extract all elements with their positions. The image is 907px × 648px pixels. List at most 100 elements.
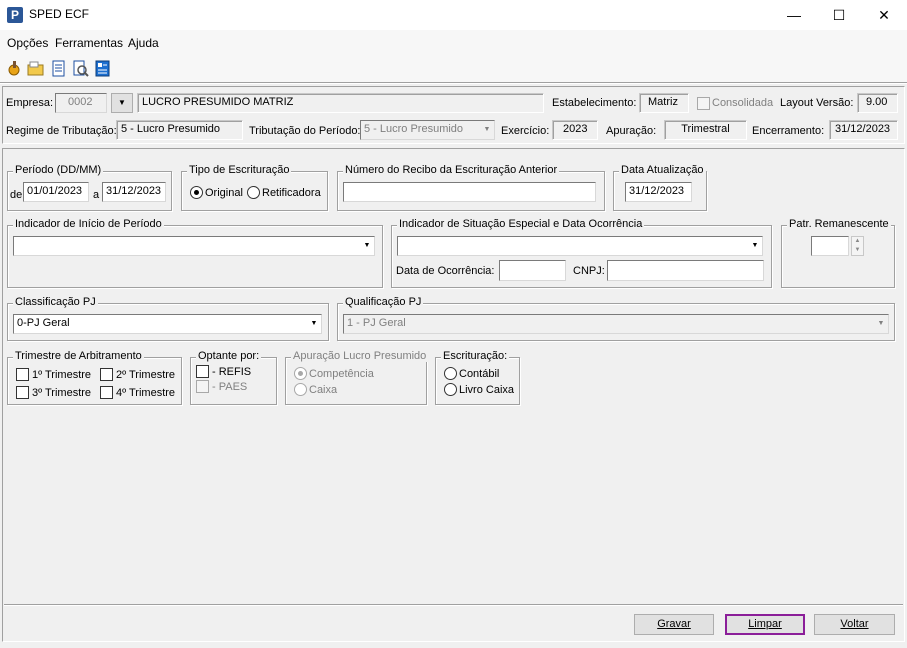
refis-label: - REFIS xyxy=(212,366,252,378)
title-bar: P SPED ECF — ☐ ✕ xyxy=(0,0,907,30)
data-atualizacao-field[interactable]: 31/12/2023 xyxy=(625,182,692,202)
estabelecimento-label: Estabelecimento: xyxy=(552,97,637,109)
classificacao-select[interactable]: 0-PJ Geral ▼ xyxy=(13,314,322,334)
caixa-label: Caixa xyxy=(309,384,338,396)
trimestre-4-checkbox[interactable] xyxy=(100,386,113,399)
tributacao-value: 5 - Lucro Presumido xyxy=(364,123,464,135)
trimestre-2-checkbox[interactable] xyxy=(100,368,113,381)
encerramento-label: Encerramento: xyxy=(752,125,825,137)
qualificacao-select[interactable]: 1 - PJ Geral ▼ xyxy=(343,314,889,334)
patr-remanescente-spinner[interactable]: ▲ ▼ xyxy=(851,236,864,256)
periodo-a-field[interactable]: 31/12/2023 xyxy=(102,182,166,202)
toolbar xyxy=(0,56,907,82)
consolidada-label: Consolidada xyxy=(712,97,774,109)
apuracao-label: Apuração: xyxy=(606,125,657,137)
maximize-icon: ☐ xyxy=(832,7,846,23)
layout-versao-field: 9.00 xyxy=(857,93,898,113)
refis-checkbox[interactable] xyxy=(196,365,209,378)
button-bar-separator xyxy=(4,604,903,606)
chevron-down-icon: ▼ xyxy=(363,242,371,249)
empresa-name-field: LUCRO PRESUMIDO MATRIZ xyxy=(137,93,544,113)
menu-opcoes[interactable]: Opções xyxy=(7,36,48,50)
contabil-label: Contábil xyxy=(459,368,500,380)
patr-remanescente-title: Patr. Remanescente xyxy=(787,218,891,230)
regime-field: 5 - Lucro Presumido xyxy=(116,120,243,140)
chevron-down-icon: ▼ xyxy=(483,126,491,133)
livro-caixa-label: Livro Caixa xyxy=(459,384,515,396)
recibo-title: Número do Recibo da Escrituração Anterio… xyxy=(343,164,560,176)
empresa-code-field[interactable]: 0002 xyxy=(55,93,107,113)
exercicio-field: 2023 xyxy=(552,120,598,140)
original-radio[interactable] xyxy=(190,186,203,199)
data-atualizacao-title: Data Atualização xyxy=(619,164,706,176)
exercicio-label: Exercício: xyxy=(501,125,550,137)
limpar-label: Limpar xyxy=(748,618,782,630)
periodo-de-field[interactable]: 01/01/2023 xyxy=(23,182,89,202)
chevron-down-icon: ▼ xyxy=(751,242,759,249)
apuracao-field: Trimestral xyxy=(664,120,747,140)
caixa-radio[interactable] xyxy=(294,383,307,396)
window-title: SPED ECF xyxy=(29,7,90,21)
menu-bar: Opções Ferramentas Ajuda xyxy=(0,30,907,56)
spin-up-icon[interactable]: ▲ xyxy=(852,237,863,246)
paes-checkbox[interactable] xyxy=(196,380,209,393)
limpar-button[interactable]: Limpar xyxy=(725,614,805,635)
empresa-dropdown-button[interactable]: ▼ xyxy=(111,93,133,113)
cnpj-field[interactable] xyxy=(607,260,764,281)
empresa-label: Empresa: xyxy=(6,97,54,109)
contabil-radio[interactable] xyxy=(444,367,457,380)
layout-versao-label: Layout Versão: xyxy=(780,97,854,109)
data-ocorrencia-label: Data de Ocorrência: xyxy=(396,265,495,277)
tools-icon[interactable] xyxy=(6,60,23,77)
qualificacao-title: Qualificação PJ xyxy=(343,296,424,308)
close-icon: ✕ xyxy=(878,7,890,23)
voltar-label: Voltar xyxy=(840,618,869,630)
recibo-field[interactable] xyxy=(343,182,596,202)
search-document-icon[interactable] xyxy=(72,60,89,77)
chevron-down-icon: ▼ xyxy=(310,320,318,327)
regime-label: Regime de Tributação: xyxy=(6,125,117,137)
cnpj-label: CNPJ: xyxy=(573,265,605,277)
patr-remanescente-group xyxy=(781,225,895,288)
report-icon[interactable] xyxy=(94,60,111,77)
tipo-escrituracao-title: Tipo de Escrituração xyxy=(187,164,292,176)
patr-remanescente-field[interactable] xyxy=(811,236,849,256)
encerramento-field: 31/12/2023 xyxy=(829,120,898,140)
original-label: Original xyxy=(205,187,243,199)
retificadora-label: Retificadora xyxy=(262,187,321,199)
competencia-radio[interactable] xyxy=(294,367,307,380)
toolbar-separator xyxy=(0,82,907,84)
trimestre-2-label: 2º Trimestre xyxy=(116,369,176,381)
minimize-button[interactable]: — xyxy=(771,0,817,30)
indicador-inicio-title: Indicador de Início de Período xyxy=(13,218,164,230)
trimestre-1-checkbox[interactable] xyxy=(16,368,29,381)
trimestre-3-checkbox[interactable] xyxy=(16,386,29,399)
gravar-button[interactable]: Gravar xyxy=(634,614,714,635)
menu-ferramentas[interactable]: Ferramentas xyxy=(55,36,123,50)
close-button[interactable]: ✕ xyxy=(861,0,907,30)
apuracao-lp-group xyxy=(285,357,427,405)
spin-down-icon[interactable]: ▼ xyxy=(852,246,863,255)
escrituracao-group xyxy=(435,357,520,405)
chevron-down-icon: ▼ xyxy=(877,320,885,327)
apuracao-lp-title: Apuração Lucro Presumido xyxy=(291,350,429,362)
data-ocorrencia-field[interactable] xyxy=(499,260,566,281)
tributacao-select[interactable]: 5 - Lucro Presumido ▼ xyxy=(360,120,495,140)
maximize-button[interactable]: ☐ xyxy=(816,0,862,30)
trimestre-1-label: 1º Trimestre xyxy=(32,369,92,381)
trimestre-4-label: 4º Trimestre xyxy=(116,387,176,399)
escrituracao-title: Escrituração: xyxy=(441,350,510,362)
consolidada-checkbox[interactable] xyxy=(697,97,710,110)
voltar-button[interactable]: Voltar xyxy=(814,614,895,635)
retificadora-radio[interactable] xyxy=(247,186,260,199)
menu-ajuda[interactable]: Ajuda xyxy=(128,36,159,50)
trimestre-title: Trimestre de Arbitramento xyxy=(13,350,144,362)
open-folder-icon[interactable] xyxy=(27,60,44,77)
chevron-down-icon: ▼ xyxy=(118,98,126,107)
gravar-label: Gravar xyxy=(657,618,691,630)
indicador-inicio-select[interactable]: ▼ xyxy=(13,236,375,256)
document-icon[interactable] xyxy=(50,60,67,77)
classificacao-title: Classificação PJ xyxy=(13,296,98,308)
livro-caixa-radio[interactable] xyxy=(444,383,457,396)
situacao-especial-select[interactable]: ▼ xyxy=(397,236,763,256)
